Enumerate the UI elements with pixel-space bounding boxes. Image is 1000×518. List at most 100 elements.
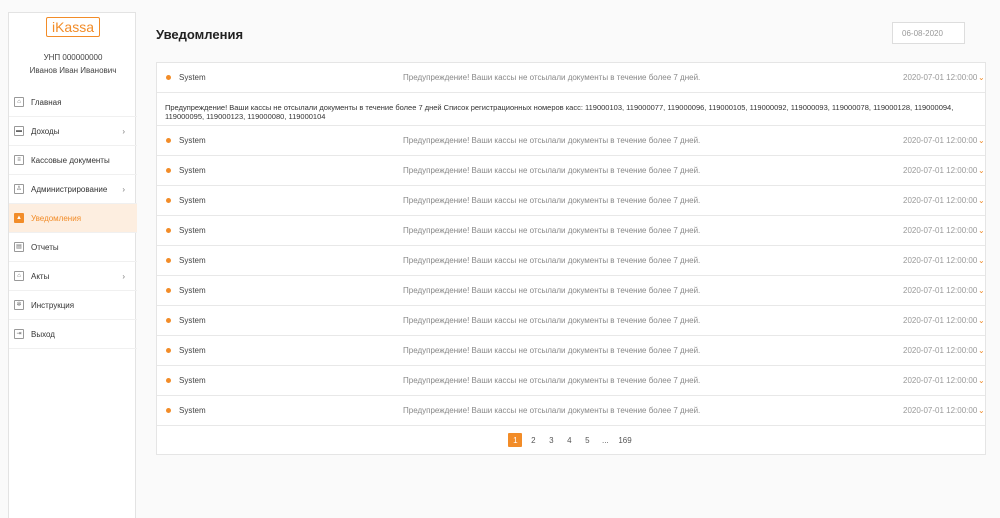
notification-source: System	[179, 286, 206, 295]
unread-dot-icon	[166, 138, 171, 143]
unread-dot-icon	[166, 318, 171, 323]
chevron-down-icon[interactable]: ⌄	[978, 196, 985, 205]
unread-dot-icon	[166, 408, 171, 413]
notification-message: Предупреждение! Ваши кассы не отсылали д…	[403, 376, 701, 385]
app: iKassa УНП 000000000 Иванов Иван Иванови…	[0, 0, 1000, 518]
page-button[interactable]: 1	[508, 433, 523, 447]
chevron-down-icon[interactable]: ⌄	[978, 286, 985, 295]
chevron-down-icon[interactable]: ⌄	[978, 376, 985, 385]
notification-date: 2020-07-01 12:00:00	[903, 166, 978, 175]
notification-row[interactable]: System Предупреждение! Ваши кассы не отсы…	[157, 63, 985, 93]
pagination: 1 2 3 4 5... 169	[157, 426, 985, 454]
sidebar-item-label: Выход	[31, 329, 55, 339]
user-icon: ♙	[14, 184, 24, 194]
unread-dot-icon	[166, 168, 171, 173]
notification-row[interactable]: System Предупреждение! Ваши кассы не отсы…	[157, 276, 985, 306]
report-icon: ▤	[14, 242, 24, 252]
document-icon: ≡	[14, 155, 24, 165]
logo[interactable]: iKassa	[9, 17, 137, 37]
chevron-down-icon[interactable]: ⌄	[978, 73, 985, 82]
chevron-down-icon[interactable]: ⌄	[978, 226, 985, 235]
page-button[interactable]: 3	[544, 433, 558, 447]
unread-dot-icon	[166, 348, 171, 353]
unread-dot-icon	[166, 228, 171, 233]
notification-expanded-details: Предупреждение! Ваши кассы не отсылали д…	[157, 93, 985, 126]
sidebar-item-label: Кассовые документы	[31, 155, 110, 165]
notification-row[interactable]: System Предупреждение! Ваши кассы не отсы…	[157, 156, 985, 186]
notification-message: Предупреждение! Ваши кассы не отсылали д…	[403, 73, 701, 82]
notifications-list: System Предупреждение! Ваши кассы не отсы…	[156, 62, 986, 455]
sidebar-item-1[interactable]: ▬ Доходы ›	[9, 117, 137, 146]
page-button[interactable]: 5	[580, 433, 594, 447]
notification-message: Предупреждение! Ваши кассы не отсылали д…	[403, 346, 701, 355]
chevron-down-icon[interactable]: ⌄	[978, 256, 985, 265]
notification-source: System	[179, 136, 206, 145]
notification-date: 2020-07-01 12:00:00	[903, 136, 978, 145]
gear-icon: ✲	[14, 300, 24, 310]
page-title: Уведомления	[156, 27, 244, 42]
notification-message: Предупреждение! Ваши кассы не отсылали д…	[403, 136, 701, 145]
notification-message: Предупреждение! Ваши кассы не отсылали д…	[403, 226, 701, 235]
unread-dot-icon	[166, 288, 171, 293]
notification-row[interactable]: System Предупреждение! Ваши кассы не отсы…	[157, 126, 985, 156]
notification-source: System	[179, 376, 206, 385]
home-icon: ⌂	[14, 97, 24, 107]
unread-dot-icon	[166, 258, 171, 263]
notification-source: System	[179, 73, 206, 82]
page-button[interactable]: 169	[616, 433, 633, 447]
user-unp: УНП 000000000	[43, 53, 103, 62]
notification-message: Предупреждение! Ваши кассы не отсылали д…	[403, 256, 701, 265]
chevron-right-icon: ›	[122, 271, 125, 281]
notification-date: 2020-07-01 12:00:00	[903, 196, 978, 205]
chevron-down-icon[interactable]: ⌄	[978, 346, 985, 355]
notification-row[interactable]: System Предупреждение! Ваши кассы не отсы…	[157, 216, 985, 246]
sidebar-item-2[interactable]: ≡ Кассовые документы	[9, 146, 137, 175]
notification-row[interactable]: System Предупреждение! Ваши кассы не отсы…	[157, 396, 985, 426]
sidebar-menu: ⌂ Главная ▬ Доходы › ≡ Кассовые документы ♙ Адми…	[9, 88, 137, 349]
notification-date: 2020-07-01 12:00:00	[903, 376, 978, 385]
notification-source: System	[179, 316, 206, 325]
page-button[interactable]: 4	[562, 433, 576, 447]
sidebar-item-5[interactable]: ▤ Отчеты	[9, 233, 137, 262]
notification-source: System	[179, 406, 206, 415]
notification-row[interactable]: System Предупреждение! Ваши кассы не отсы…	[157, 336, 985, 366]
sidebar: iKassa УНП 000000000 Иванов Иван Иванови…	[8, 12, 137, 518]
chevron-down-icon[interactable]: ⌄	[978, 316, 985, 325]
exit-icon: ⇥	[14, 329, 24, 339]
user-name: Иванов Иван Иванович	[29, 66, 117, 75]
notification-date: 2020-07-01 12:00:00	[903, 256, 978, 265]
sidebar-item-4[interactable]: ▲ Уведомления	[9, 204, 137, 233]
notification-row[interactable]: System Предупреждение! Ваши кассы не отсы…	[157, 366, 985, 396]
notification-row[interactable]: System Предупреждение! Ваши кассы не отсы…	[157, 306, 985, 336]
notification-date: 2020-07-01 12:00:00	[903, 316, 978, 325]
notification-source: System	[179, 226, 206, 235]
page-button[interactable]: ...	[598, 433, 612, 447]
chevron-down-icon[interactable]: ⌄	[978, 136, 985, 145]
chevron-right-icon: ›	[122, 184, 125, 194]
sidebar-item-0[interactable]: ⌂ Главная	[9, 88, 137, 117]
notification-row[interactable]: System Предупреждение! Ваши кассы не отсы…	[157, 246, 985, 276]
notification-message: Предупреждение! Ваши кассы не отсылали д…	[403, 196, 701, 205]
chevron-down-icon[interactable]: ⌄	[978, 166, 985, 175]
sidebar-item-label: Отчеты	[31, 242, 59, 252]
notification-date: 2020-07-01 12:00:00	[903, 406, 978, 415]
unread-dot-icon	[166, 198, 171, 203]
sidebar-item-8[interactable]: ⇥ Выход	[9, 320, 137, 349]
sidebar-item-label: Уведомления	[31, 213, 82, 223]
notification-message: Предупреждение! Ваши кассы не отсылали д…	[403, 166, 701, 175]
sidebar-item-6[interactable]: ⌂ Акты ›	[9, 262, 137, 291]
page-button[interactable]: 2	[526, 433, 540, 447]
date-filter-input[interactable]: 06-08-2020	[892, 22, 965, 44]
chevron-right-icon: ›	[122, 126, 125, 136]
sidebar-item-7[interactable]: ✲ Инструкция	[9, 291, 137, 320]
bell-icon: ▲	[14, 213, 24, 223]
act-icon: ⌂	[14, 271, 24, 281]
chevron-down-icon[interactable]: ⌄	[978, 406, 985, 415]
notification-source: System	[179, 256, 206, 265]
notification-date: 2020-07-01 12:00:00	[903, 226, 978, 235]
notification-row[interactable]: System Предупреждение! Ваши кассы не отсы…	[157, 186, 985, 216]
wallet-icon: ▬	[14, 126, 24, 136]
sidebar-item-3[interactable]: ♙ Администрирование ›	[9, 175, 137, 204]
logo-text: iKassa	[45, 17, 101, 37]
notification-message: Предупреждение! Ваши кассы не отсылали д…	[403, 286, 701, 295]
